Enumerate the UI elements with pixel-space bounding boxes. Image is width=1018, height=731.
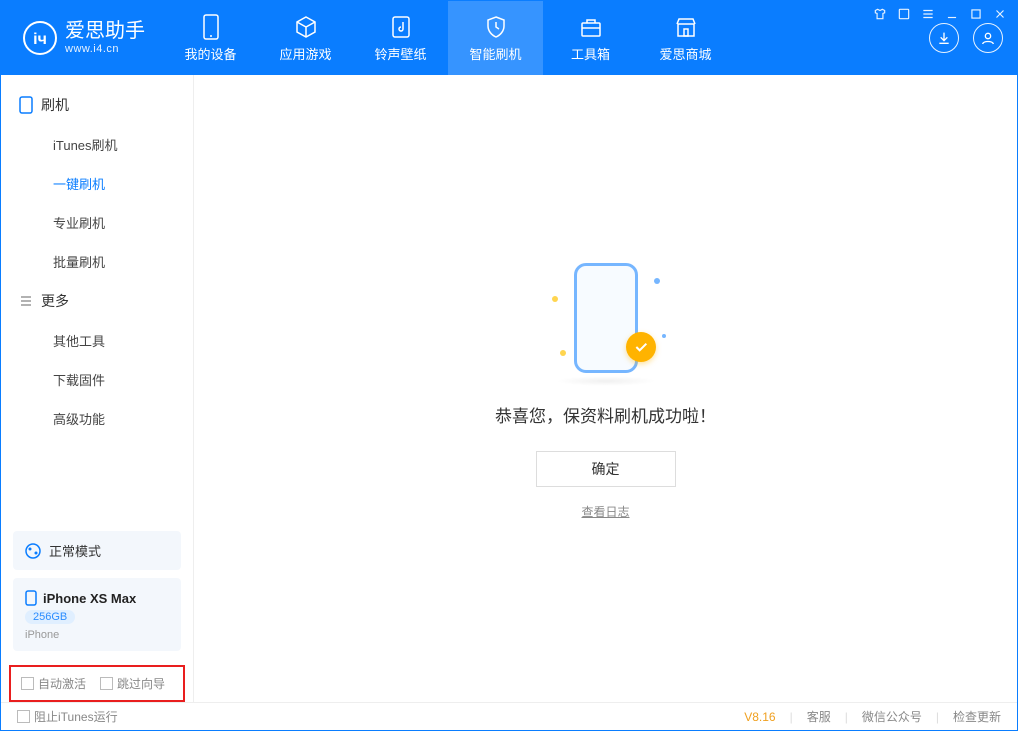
window-controls [873, 7, 1007, 24]
device-type: iPhone [25, 629, 169, 641]
version-label: V8.16 [744, 710, 775, 724]
phone-icon [198, 14, 224, 40]
cube-icon [293, 14, 319, 40]
tab-label: 智能刷机 [469, 44, 521, 63]
tab-store[interactable]: 爱思商城 [638, 1, 733, 75]
tab-label: 爱思商城 [659, 44, 711, 63]
mode-icon [25, 543, 41, 559]
menu-icon[interactable] [921, 7, 935, 24]
device-capacity: 256GB [25, 610, 75, 624]
shield-icon [483, 14, 509, 40]
minimize-icon[interactable] [945, 7, 959, 24]
footer-link-update[interactable]: 检查更新 [953, 708, 1001, 725]
logo-area: iч 爱思助手 www.i4.cn [1, 1, 163, 75]
sidebar-group-more: 更多 [1, 281, 193, 321]
tab-apps[interactable]: 应用游戏 [258, 1, 353, 75]
checkbox-label: 跳过向导 [117, 677, 165, 691]
success-illustration [546, 258, 666, 378]
tab-label: 工具箱 [571, 44, 610, 63]
ok-button[interactable]: 确定 [536, 451, 676, 487]
lock-icon[interactable] [897, 7, 911, 24]
phone-icon [25, 590, 37, 606]
phone-icon [19, 96, 33, 114]
user-button[interactable] [973, 23, 1003, 53]
success-message: 恭喜您，保资料刷机成功啦！ [495, 402, 716, 427]
check-icon [626, 332, 656, 362]
checkbox-label: 自动激活 [38, 677, 86, 691]
tab-label: 应用游戏 [279, 44, 331, 63]
checkbox-block-itunes[interactable]: 阻止iTunes运行 [17, 708, 118, 725]
list-icon [19, 294, 33, 308]
download-button[interactable] [929, 23, 959, 53]
group-label: 刷机 [41, 95, 69, 115]
footer-link-service[interactable]: 客服 [807, 708, 831, 725]
app-logo-icon: iч [23, 21, 57, 55]
highlighted-options: 自动激活 跳过向导 [9, 665, 185, 702]
tab-ringtone[interactable]: 铃声壁纸 [353, 1, 448, 75]
mode-panel: 正常模式 [13, 531, 181, 570]
sidebar-item-advanced[interactable]: 高级功能 [1, 399, 193, 438]
top-tabs: 我的设备 应用游戏 铃声壁纸 智能刷机 工具箱 爱思商城 [163, 1, 929, 75]
checkbox-skip-guide[interactable]: 跳过向导 [100, 675, 165, 692]
tab-label: 我的设备 [184, 44, 236, 63]
shop-icon [673, 14, 699, 40]
sidebar-item-download-fw[interactable]: 下载固件 [1, 360, 193, 399]
tab-my-device[interactable]: 我的设备 [163, 1, 258, 75]
sidebar-item-pro-flash[interactable]: 专业刷机 [1, 203, 193, 242]
tab-smart-flash[interactable]: 智能刷机 [448, 1, 543, 75]
sidebar-item-one-click[interactable]: 一键刷机 [1, 164, 193, 203]
app-site: www.i4.cn [65, 43, 145, 55]
close-icon[interactable] [993, 7, 1007, 24]
sidebar-item-itunes-flash[interactable]: iTunes刷机 [1, 125, 193, 164]
svg-text:iч: iч [33, 31, 47, 48]
header: iч 爱思助手 www.i4.cn 我的设备 应用游戏 铃声壁纸 智能刷机 工具… [1, 1, 1017, 75]
view-log-link[interactable]: 查看日志 [581, 503, 629, 520]
tab-toolbox[interactable]: 工具箱 [543, 1, 638, 75]
sidebar-item-batch-flash[interactable]: 批量刷机 [1, 242, 193, 281]
tab-label: 铃声壁纸 [374, 44, 426, 63]
mode-label: 正常模式 [49, 541, 101, 560]
main-content: 恭喜您，保资料刷机成功啦！ 确定 查看日志 [194, 75, 1017, 702]
device-panel[interactable]: iPhone XS Max 256GB iPhone [13, 578, 181, 651]
checkbox-auto-activate[interactable]: 自动激活 [21, 675, 86, 692]
footer: 阻止iTunes运行 V8.16 | 客服 | 微信公众号 | 检查更新 [1, 702, 1017, 730]
tshirt-icon[interactable] [873, 7, 887, 24]
app-name: 爱思助手 [65, 21, 145, 41]
checkbox-label: 阻止iTunes运行 [34, 710, 118, 724]
footer-link-wechat[interactable]: 微信公众号 [862, 708, 922, 725]
body: 刷机 iTunes刷机 一键刷机 专业刷机 批量刷机 更多 其他工具 下载固件 … [1, 75, 1017, 702]
maximize-icon[interactable] [969, 7, 983, 24]
sidebar-item-other-tools[interactable]: 其他工具 [1, 321, 193, 360]
music-icon [388, 14, 414, 40]
sidebar-group-flash: 刷机 [1, 85, 193, 125]
toolbox-icon [578, 14, 604, 40]
device-name: iPhone XS Max [43, 591, 136, 606]
group-label: 更多 [41, 291, 69, 311]
sidebar: 刷机 iTunes刷机 一键刷机 专业刷机 批量刷机 更多 其他工具 下载固件 … [1, 75, 194, 702]
